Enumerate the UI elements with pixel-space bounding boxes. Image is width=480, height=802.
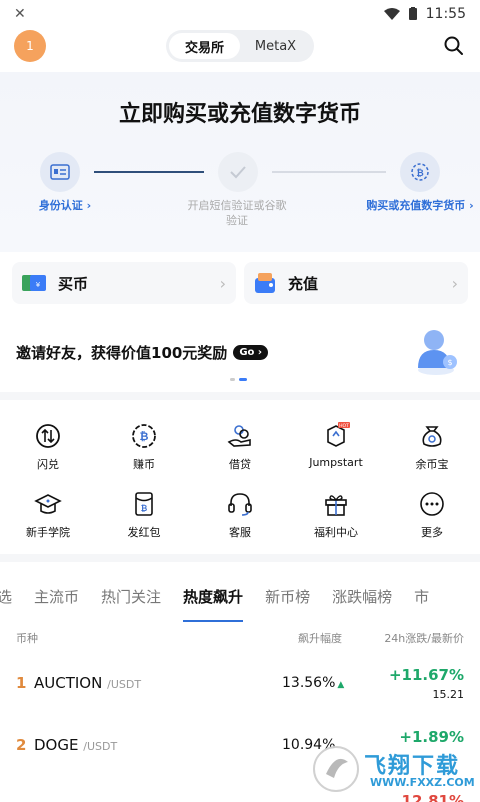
grid-item-savings[interactable]: 余币宝 <box>384 422 480 472</box>
watermark-url: WWW.FXXZ.COM <box>370 776 475 789</box>
red-packet-icon: ₿ <box>135 492 153 516</box>
earn-icon: ₿ <box>132 424 156 448</box>
avatar[interactable]: 1 <box>14 30 46 62</box>
step-2fa: 开启短信验证或谷歌验证 <box>187 199 287 227</box>
col-change-price: 24h涨跌/最新价 <box>384 632 464 645</box>
market-tabs: 选 主流币 热门关注 热度飙升 新币榜 涨跌幅榜 市 <box>0 570 440 622</box>
watermark: 飞翔下载 WWW.FXXZ.COM <box>312 744 475 794</box>
grid-item-support[interactable]: 客服 <box>192 490 288 540</box>
close-icon: ✕ <box>14 6 26 22</box>
search-icon[interactable] <box>442 34 466 58</box>
headset-icon <box>228 493 252 516</box>
pair: DOGE /USDT <box>34 736 118 754</box>
wallet-icon <box>255 273 275 293</box>
grid-item-jumpstart[interactable]: HOT Jumpstart <box>288 422 384 469</box>
step-line-1 <box>94 171 204 173</box>
id-card-icon <box>40 152 80 192</box>
step-buy-deposit[interactable]: 购买或充值数字货币 › <box>364 198 476 213</box>
step-line-2 <box>272 171 386 173</box>
step-identity[interactable]: 身份认证 › <box>10 198 120 213</box>
tab-watchlist[interactable]: 选 <box>0 570 23 622</box>
chevron-right-icon: › <box>451 273 458 293</box>
tab-trending[interactable]: 热度飙升 <box>172 570 254 622</box>
hero-title: 立即购买或充值数字货币 <box>118 102 361 127</box>
more-icon <box>420 492 444 516</box>
chevron-right-icon: › <box>219 273 226 293</box>
gift-icon <box>325 495 347 516</box>
divider <box>0 554 480 562</box>
divider <box>0 392 480 400</box>
grid-item-swap[interactable]: 闪兑 <box>0 422 96 472</box>
academy-icon <box>34 494 62 514</box>
svg-text:₿: ₿ <box>416 168 423 179</box>
svg-text:¥: ¥ <box>36 281 41 289</box>
grid-item-red-packet[interactable]: ₿ 发红包 <box>96 490 192 540</box>
invite-text: 邀请好友，获得价值100元奖励 <box>16 344 228 362</box>
go-badge[interactable]: Go › <box>233 345 268 360</box>
pair: AUCTION /USDT <box>34 674 142 692</box>
svg-text:HOT: HOT <box>339 423 349 429</box>
invite-banner[interactable]: 邀请好友，获得价值100元奖励 Go › $ <box>0 318 480 390</box>
deposit-button[interactable]: 充值 › <box>244 262 468 304</box>
rank: 2 <box>16 736 27 754</box>
tab-mainstream[interactable]: 主流币 <box>23 570 90 622</box>
swap-icon <box>36 424 60 448</box>
battery-icon <box>408 7 417 20</box>
up-arrow-icon: ▲ <box>337 680 345 690</box>
grid-item-earn[interactable]: ₿ 赚币 <box>96 422 192 472</box>
carousel-dots <box>230 378 247 381</box>
wallet-card-icon: ¥ <box>22 275 46 291</box>
col-symbol: 币种 <box>16 632 38 645</box>
tab-gainers[interactable]: 涨跌幅榜 <box>321 570 403 622</box>
grid-item-academy[interactable]: 新手学院 <box>0 490 96 540</box>
header: 1 交易所 MetaX <box>0 28 480 66</box>
last-price: 15.21 <box>432 688 465 701</box>
check-icon <box>218 152 258 192</box>
onboarding-hero: 立即购买或充值数字货币 ₿ 身份认证 › 开启短信验证或谷歌验证 购买或充值数字… <box>0 72 480 252</box>
coin-icon: ₿ <box>400 152 440 192</box>
table-header: 币种 飙升幅度 24h涨跌/最新价 <box>0 630 480 646</box>
grid-item-more[interactable]: 更多 <box>384 490 480 540</box>
deposit-label: 充值 <box>288 274 319 293</box>
svg-text:$: $ <box>447 358 452 367</box>
svg-text:₿: ₿ <box>141 504 148 513</box>
grid-item-rewards[interactable]: 福利中心 <box>288 490 384 540</box>
tab-market-cap[interactable]: 市 <box>403 570 440 622</box>
status-bar: ✕ 11:55 <box>0 0 480 28</box>
user-reward-icon: $ <box>418 330 457 375</box>
grid-item-loan[interactable]: 借贷 <box>192 422 288 472</box>
buy-crypto-label: 买币 <box>58 274 89 293</box>
savings-icon <box>422 426 442 447</box>
buy-crypto-button[interactable]: ¥ 买币 › <box>12 262 236 304</box>
jumpstart-icon: HOT <box>327 422 350 447</box>
rank: 1 <box>16 674 27 692</box>
exchange-switch: 交易所 MetaX <box>166 30 314 62</box>
loan-icon <box>227 425 251 447</box>
svg-text:₿: ₿ <box>140 430 149 443</box>
tab-new-listings[interactable]: 新币榜 <box>254 570 321 622</box>
feature-grid: 闪兑 ₿ 赚币 借贷 HOT Jumpstart 余币宝 新手学院 ₿ 发红包 … <box>0 410 480 550</box>
table-row[interactable]: 1 AUCTION /USDT 13.56% ▲ +11.67% 15.21 <box>0 656 480 716</box>
clock: 11:55 <box>425 6 466 22</box>
heat-value: 13.56% ▲ <box>282 675 345 691</box>
tab-metax[interactable]: MetaX <box>240 33 311 59</box>
tab-exchange[interactable]: 交易所 <box>169 33 240 59</box>
change-percent: +11.67% <box>388 666 464 684</box>
wifi-icon <box>383 8 400 20</box>
col-heat: 飙升幅度 <box>298 632 342 645</box>
tab-popular[interactable]: 热门关注 <box>90 570 172 622</box>
